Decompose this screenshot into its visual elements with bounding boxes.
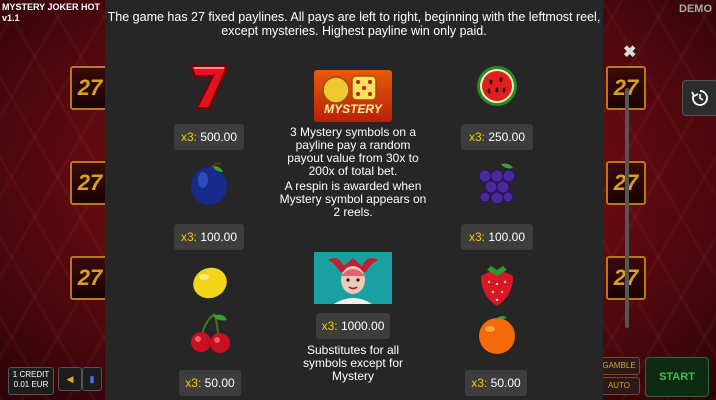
reel-tile: 27 (70, 161, 110, 205)
arrow-right-icon: ▮ (89, 374, 95, 384)
gamble-button[interactable]: GAMBLE (598, 357, 640, 375)
close-icon: ✖ (623, 44, 637, 61)
prev-bet-button[interactable]: ◀ (58, 367, 82, 391)
cherry-symbol-icon (191, 313, 230, 353)
history-button[interactable] (682, 80, 716, 116)
paytable-panel: The game has 27 fixed paylines. All pays… (105, 0, 603, 400)
grapes-payout: x3: 100.00 (461, 224, 533, 250)
payout-multiplier: x3: (468, 230, 485, 244)
payout-multiplier: x3: (468, 130, 485, 144)
payout-multiplier: x3: (180, 230, 197, 244)
auto-button[interactable]: AUTO (598, 377, 640, 395)
paytable-scrollbar[interactable] (625, 88, 629, 328)
payout-value: 250.00 (488, 130, 526, 144)
payout-multiplier: x3: (185, 376, 202, 390)
joker-symbol-icon (314, 252, 392, 304)
credit-label: 1 CREDIT (12, 370, 50, 379)
grapes-symbol-icon (478, 163, 516, 205)
payout-value: 1000.00 (340, 319, 385, 333)
orange-symbol-icon (479, 316, 515, 354)
arrow-left-icon: ◀ (66, 374, 74, 384)
strawberry-symbol-icon (481, 266, 513, 306)
lemon-symbol-icon (193, 267, 227, 299)
plum-symbol-icon (191, 162, 227, 205)
seven-symbol-icon (189, 65, 229, 109)
demo-label: DEMO (679, 3, 712, 15)
payout-multiplier: x3: (471, 376, 488, 390)
payout-multiplier: x3: (180, 130, 197, 144)
payout-value: 500.00 (200, 130, 238, 144)
mystery-badge-text: MYSTERY (324, 102, 382, 116)
payout-value: 50.00 (204, 376, 235, 390)
credit-value: 0.01 EUR (13, 380, 49, 389)
lemon-cherry-payout: x3: 50.00 (179, 370, 241, 396)
credit-selector[interactable]: 1 CREDIT 0.01 EUR (8, 367, 54, 395)
game-title-text: MYSTERY JOKER HOT (2, 2, 101, 12)
reel-tile: 27 (70, 256, 110, 300)
mystery-description: 3 Mystery symbols on a payline pay a ran… (287, 125, 419, 178)
paytable-intro: The game has 27 fixed paylines. All pays… (107, 10, 601, 38)
payout-multiplier: x3: (321, 319, 338, 333)
payout-value: 100.00 (200, 230, 238, 244)
watermelon-symbol-icon (477, 66, 517, 106)
reel-tile: 27 (70, 66, 110, 110)
history-icon (691, 90, 708, 106)
strawberry-orange-payout: x3: 50.00 (465, 370, 527, 396)
payout-value: 100.00 (488, 230, 526, 244)
watermelon-payout: x3: 250.00 (461, 124, 533, 150)
next-bet-button[interactable]: ▮ (82, 367, 102, 391)
plum-payout: x3: 100.00 (174, 224, 244, 250)
game-title: MYSTERY JOKER HOT v1.1 (2, 2, 100, 24)
close-button[interactable]: ✖ (623, 42, 636, 62)
joker-payout: x3: 1000.00 (316, 313, 390, 339)
game-version: v1.1 (2, 13, 20, 23)
joker-description: Substitutes for all symbols except for M… (302, 343, 404, 383)
start-button[interactable]: START (645, 357, 709, 397)
payout-value: 50.00 (490, 376, 521, 390)
seven-payout: x3: 500.00 (174, 124, 244, 150)
mystery-respin-description: A respin is awarded when Mystery symbol … (279, 179, 427, 219)
mystery-symbol-icon: MYSTERY (314, 70, 392, 122)
